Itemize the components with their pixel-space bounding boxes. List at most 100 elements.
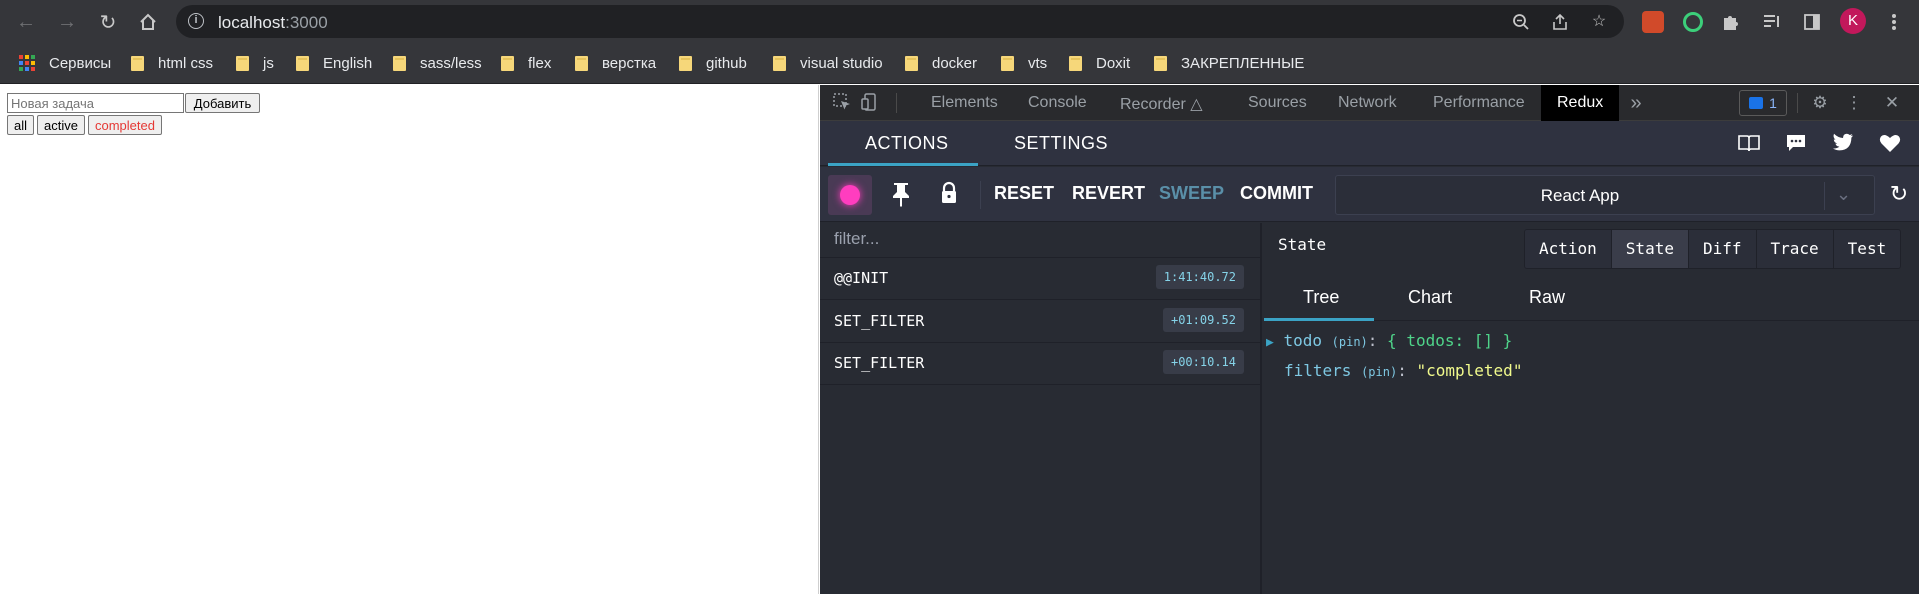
record-button[interactable] bbox=[828, 175, 872, 215]
lock-icon[interactable] bbox=[935, 181, 963, 209]
bookmark-label: vts bbox=[1028, 54, 1048, 72]
device-toolbar-icon[interactable] bbox=[860, 93, 880, 113]
tree-node-filters[interactable]: filters (pin): "completed" bbox=[1284, 361, 1522, 380]
heart-icon[interactable] bbox=[1878, 133, 1902, 155]
twitter-icon[interactable] bbox=[1831, 133, 1855, 155]
action-name: SET_FILTER bbox=[834, 354, 925, 372]
home-icon[interactable] bbox=[136, 10, 160, 34]
tree-node-todo[interactable]: ▶ todo (pin): { todos: [] } bbox=[1266, 331, 1512, 350]
chat-bubble-icon[interactable] bbox=[1784, 133, 1808, 155]
zoom-icon[interactable] bbox=[1512, 13, 1530, 31]
sync-icon[interactable]: ↻ bbox=[1886, 181, 1912, 207]
bookmark-folder[interactable]: flex bbox=[501, 53, 551, 73]
tab-state[interactable]: State bbox=[1611, 230, 1689, 268]
bookmark-star-icon[interactable]: ☆ bbox=[1590, 13, 1608, 31]
bookmark-label: visual studio bbox=[800, 54, 883, 72]
revert-button[interactable]: REVERT bbox=[1072, 183, 1145, 204]
bookmarks-bar: Сервисы html css js English sass/less fl… bbox=[0, 43, 1919, 84]
tab-action[interactable]: Action bbox=[1525, 230, 1612, 268]
tab-redux[interactable]: Redux bbox=[1541, 85, 1620, 121]
extension-ring-icon[interactable] bbox=[1681, 10, 1705, 34]
folder-icon bbox=[773, 55, 786, 71]
reset-button[interactable]: RESET bbox=[994, 183, 1054, 204]
folder-icon bbox=[1069, 55, 1082, 71]
action-item[interactable]: SET_FILTER +00:10.14 bbox=[820, 343, 1260, 385]
folder-icon bbox=[1001, 55, 1014, 71]
tab-test[interactable]: Test bbox=[1833, 230, 1901, 268]
chevron-down-icon: ⌄ bbox=[1836, 184, 1852, 204]
monitor-title: State bbox=[1278, 235, 1327, 254]
bookmark-apps[interactable]: Сервисы bbox=[19, 53, 111, 73]
book-icon[interactable] bbox=[1737, 133, 1761, 155]
instance-select[interactable]: React App ⌄ bbox=[1335, 175, 1875, 215]
more-tabs-chevron-icon[interactable]: » bbox=[1626, 93, 1646, 113]
reload-icon[interactable]: ↻ bbox=[96, 10, 120, 34]
bookmark-folder[interactable]: верстка bbox=[575, 53, 656, 73]
sweep-button[interactable]: SWEEP bbox=[1159, 183, 1224, 204]
bookmark-folder[interactable]: Doxit bbox=[1069, 53, 1130, 73]
folder-icon bbox=[236, 55, 249, 71]
pin-icon[interactable] bbox=[887, 181, 915, 209]
action-filter-input[interactable]: filter... bbox=[834, 229, 879, 249]
bookmark-folder[interactable]: visual studio bbox=[773, 53, 883, 73]
forward-arrow-icon[interactable]: → bbox=[55, 10, 79, 34]
bookmark-folder[interactable]: github bbox=[679, 53, 747, 73]
commit-button[interactable]: COMMIT bbox=[1240, 183, 1313, 204]
tab-network[interactable]: Network bbox=[1338, 94, 1397, 112]
tab-chart[interactable]: Chart bbox=[1408, 287, 1452, 308]
extensions-puzzle-icon[interactable] bbox=[1719, 10, 1743, 34]
tab-trace[interactable]: Trace bbox=[1756, 230, 1834, 268]
view-tabs: Tree Chart Raw bbox=[1264, 277, 1919, 321]
tab-diff[interactable]: Diff bbox=[1688, 230, 1757, 268]
devtools-menu-icon[interactable]: ⋮ bbox=[1844, 93, 1864, 113]
browser-toolbar: ← → ↻ i localhost:3000 ☆ K bbox=[0, 0, 1919, 43]
back-arrow-icon[interactable]: ← bbox=[14, 10, 38, 34]
tab-tree[interactable]: Tree bbox=[1303, 287, 1339, 308]
extension-redux-icon[interactable] bbox=[1641, 10, 1665, 34]
site-info-icon[interactable]: i bbox=[188, 13, 204, 29]
add-task-button[interactable]: Добавить bbox=[185, 93, 260, 113]
tab-recorder[interactable]: Recorder △ bbox=[1120, 94, 1203, 114]
reading-list-icon[interactable] bbox=[1760, 10, 1784, 34]
tree-key: filters bbox=[1284, 361, 1352, 380]
tab-actions[interactable]: ACTIONS bbox=[865, 133, 949, 154]
tab-performance[interactable]: Performance bbox=[1433, 94, 1525, 112]
expand-arrow-icon[interactable]: ▶ bbox=[1266, 335, 1274, 350]
bookmark-folder[interactable]: ЗАКРЕПЛЕННЫЕ bbox=[1154, 53, 1304, 73]
action-list-pane: filter... @@INIT 1:41:40.72 SET_FILTER +… bbox=[820, 223, 1262, 594]
action-item[interactable]: SET_FILTER +01:09.52 bbox=[820, 301, 1260, 343]
separator bbox=[1797, 93, 1798, 113]
pin-link[interactable]: (pin) bbox=[1361, 365, 1397, 379]
tab-elements[interactable]: Elements bbox=[931, 94, 998, 112]
new-task-input[interactable] bbox=[7, 93, 184, 113]
tab-settings[interactable]: SETTINGS bbox=[1014, 133, 1108, 154]
pin-link[interactable]: (pin) bbox=[1332, 335, 1368, 349]
action-time: 1:41:40.72 bbox=[1155, 265, 1244, 289]
tab-sources[interactable]: Sources bbox=[1248, 94, 1307, 112]
bookmark-folder[interactable]: html css bbox=[131, 53, 213, 73]
side-panel-icon[interactable] bbox=[1800, 10, 1824, 34]
issues-badge[interactable]: 1 bbox=[1739, 90, 1787, 116]
close-devtools-icon[interactable]: ✕ bbox=[1882, 93, 1902, 113]
bookmark-folder[interactable]: sass/less bbox=[393, 53, 482, 73]
bookmark-folder[interactable]: docker bbox=[905, 53, 977, 73]
inspect-element-icon[interactable] bbox=[832, 93, 852, 113]
filter-all-button[interactable]: all bbox=[7, 115, 35, 135]
bookmark-folder[interactable]: English bbox=[296, 53, 372, 73]
share-icon[interactable] bbox=[1551, 13, 1569, 31]
bookmark-folder[interactable]: vts bbox=[1001, 53, 1047, 73]
bookmark-label: ЗАКРЕПЛЕННЫЕ bbox=[1181, 54, 1305, 72]
action-item[interactable]: @@INIT 1:41:40.72 bbox=[820, 258, 1260, 300]
menu-kebab-icon[interactable] bbox=[1882, 10, 1906, 34]
filter-active-button[interactable]: active bbox=[37, 115, 85, 135]
folder-icon bbox=[501, 55, 514, 71]
profile-avatar[interactable]: K bbox=[1840, 8, 1866, 34]
bookmark-label: Сервисы bbox=[49, 54, 112, 72]
apps-grid-icon bbox=[19, 55, 35, 71]
tab-console[interactable]: Console bbox=[1028, 94, 1087, 112]
bookmark-folder[interactable]: js bbox=[236, 53, 274, 73]
tab-raw[interactable]: Raw bbox=[1529, 287, 1565, 308]
filter-completed-button[interactable]: completed bbox=[88, 115, 162, 135]
address-bar[interactable]: i localhost:3000 ☆ bbox=[176, 5, 1624, 38]
settings-gear-icon[interactable]: ⚙ bbox=[1810, 93, 1830, 113]
